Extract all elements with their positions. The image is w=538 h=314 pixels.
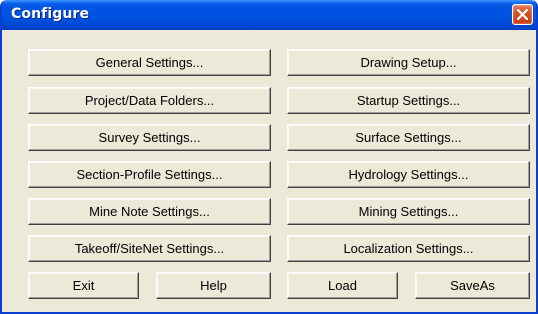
takeoff-sitenet-settings-button[interactable]: Takeoff/SiteNet Settings... (28, 235, 271, 262)
section-profile-settings-button[interactable]: Section-Profile Settings... (28, 161, 271, 188)
exit-button[interactable]: Exit (28, 272, 139, 299)
close-x-icon (517, 9, 528, 20)
title-bar[interactable]: Configure (2, 0, 536, 30)
survey-settings-button[interactable]: Survey Settings... (28, 124, 271, 151)
general-settings-button[interactable]: General Settings... (28, 49, 271, 76)
mining-settings-button[interactable]: Mining Settings... (287, 198, 530, 225)
configure-dialog: Configure General Settings... Drawing Se… (0, 0, 538, 314)
surface-settings-button[interactable]: Surface Settings... (287, 124, 530, 151)
load-button[interactable]: Load (287, 272, 398, 299)
window-title: Configure (11, 6, 90, 22)
startup-settings-button[interactable]: Startup Settings... (287, 87, 530, 114)
help-button[interactable]: Help (156, 272, 271, 299)
hydrology-settings-button[interactable]: Hydrology Settings... (287, 161, 530, 188)
close-button[interactable] (512, 4, 533, 25)
project-data-folders-button[interactable]: Project/Data Folders... (28, 87, 271, 114)
localization-settings-button[interactable]: Localization Settings... (287, 235, 530, 262)
mine-note-settings-button[interactable]: Mine Note Settings... (28, 198, 271, 225)
drawing-setup-button[interactable]: Drawing Setup... (287, 49, 530, 76)
save-as-button[interactable]: SaveAs (415, 272, 530, 299)
